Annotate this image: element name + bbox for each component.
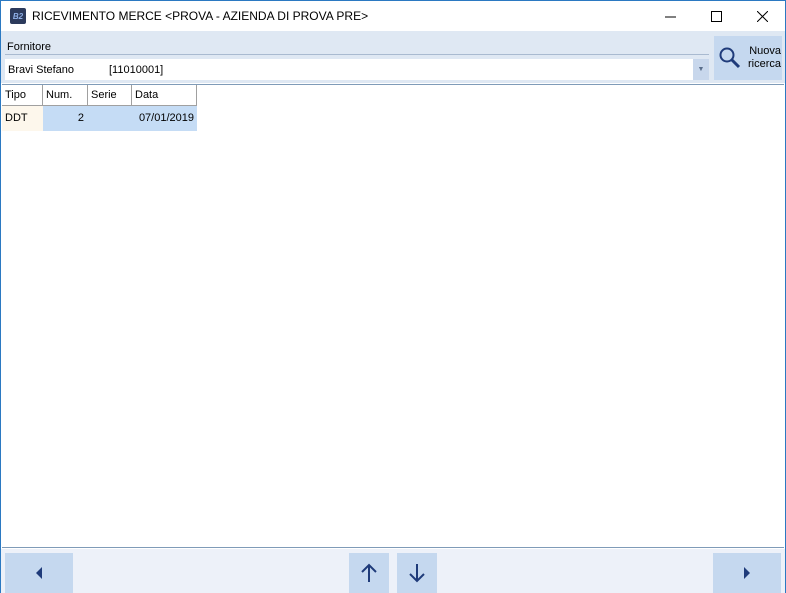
fornitore-name: Bravi Stefano <box>8 63 75 76</box>
table-row[interactable]: DDT 2 07/01/2019 <box>2 106 784 131</box>
footer-toolbar <box>1 549 785 593</box>
fornitore-code: [11010001] <box>109 63 164 76</box>
column-header-num[interactable]: Num. <box>43 85 88 106</box>
move-down-button[interactable] <box>397 553 437 593</box>
grid-header: Tipo Num. Serie Data <box>2 85 784 106</box>
triangle-right-icon <box>744 567 750 579</box>
close-button[interactable] <box>739 1 785 31</box>
cell-serie <box>88 106 132 131</box>
previous-button[interactable] <box>5 553 73 593</box>
next-button[interactable] <box>713 553 781 593</box>
close-icon <box>756 10 768 22</box>
search-icon <box>719 47 741 69</box>
column-header-serie[interactable]: Serie <box>88 85 132 106</box>
cell-data: 07/01/2019 <box>132 106 197 131</box>
window-title: RICEVIMENTO MERCE <PROVA - AZIENDA DI PR… <box>32 9 369 23</box>
dropdown-button[interactable]: ▼ <box>693 59 709 80</box>
minimize-button[interactable] <box>647 1 693 31</box>
maximize-button[interactable] <box>693 1 739 31</box>
chevron-down-icon: ▼ <box>697 66 705 73</box>
arrow-up-icon <box>361 563 377 582</box>
maximize-icon <box>710 10 722 22</box>
nuova-ricerca-label: Nuova ricerca <box>748 45 781 71</box>
supplier-panel: Fornitore Bravi Stefano [11010001] ▼ Nuo… <box>1 31 785 83</box>
cell-tipo: DDT <box>2 106 43 131</box>
nuova-ricerca-button[interactable]: Nuova ricerca <box>714 36 782 80</box>
column-header-tipo[interactable]: Tipo <box>2 85 43 106</box>
triangle-left-icon <box>36 567 42 579</box>
app-icon: B2 <box>10 8 26 24</box>
fornitore-combo[interactable]: Bravi Stefano [11010001] <box>5 59 693 80</box>
arrow-down-icon <box>409 564 425 583</box>
fornitore-label: Fornitore <box>7 41 52 53</box>
title-bar: B2 RICEVIMENTO MERCE <PROVA - AZIENDA DI… <box>1 1 785 31</box>
minimize-icon <box>664 16 676 17</box>
move-up-button[interactable] <box>349 553 389 593</box>
column-header-data[interactable]: Data <box>132 85 197 106</box>
cell-num: 2 <box>43 106 88 131</box>
label-line2: ricerca <box>748 58 782 70</box>
documents-grid[interactable]: Tipo Num. Serie Data DDT 2 07/01/2019 <box>2 84 784 548</box>
window: B2 RICEVIMENTO MERCE <PROVA - AZIENDA DI… <box>0 0 786 593</box>
label-line1: Nuova <box>749 45 782 57</box>
divider <box>5 54 709 55</box>
